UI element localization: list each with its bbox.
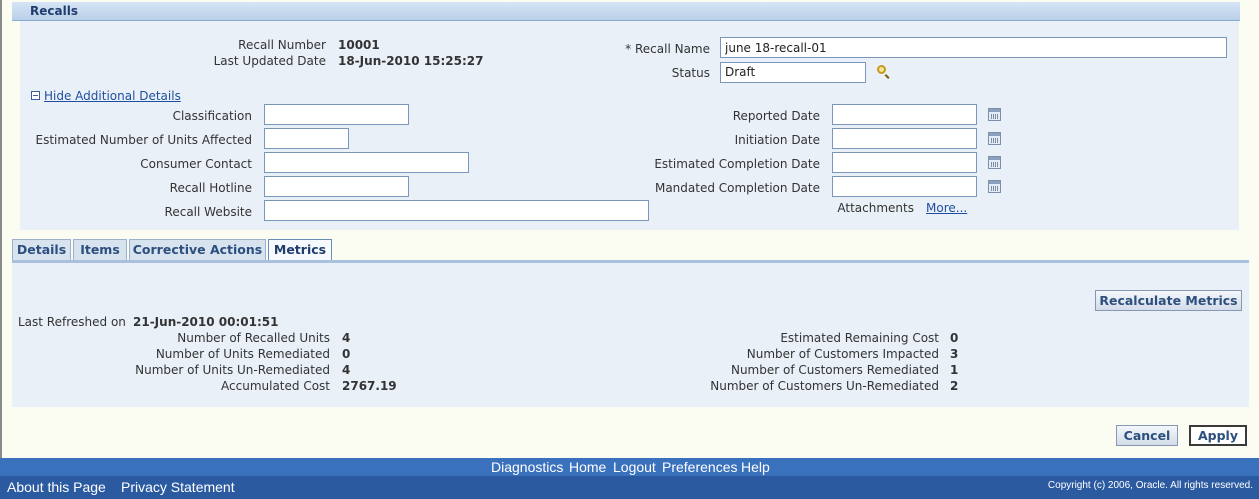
search-icon[interactable] [877, 65, 886, 74]
units-affected-input[interactable] [264, 128, 349, 149]
window-edge [0, 0, 2, 458]
section-header: Recalls [12, 2, 1240, 21]
consumer-contact-label: Consumer Contact [140, 157, 252, 171]
last-updated-label: Last Updated Date [213, 54, 326, 68]
metric-value: 1 [950, 363, 959, 377]
status-value: Draft [725, 65, 756, 79]
metric-label: Accumulated Cost [221, 379, 330, 393]
units-affected-label: Estimated Number of Units Affected [35, 133, 253, 147]
tab-corrective-actions[interactable]: Corrective Actions [129, 239, 266, 260]
metric-value: 2767.19 [342, 379, 397, 393]
recall-website-label: Recall Website [164, 205, 252, 219]
metric-value: 2 [950, 379, 959, 393]
mandated-completion-label: Mandated Completion Date [654, 181, 820, 195]
calendar-icon[interactable] [988, 180, 1001, 193]
hide-details-link[interactable]: Hide Additional Details [44, 89, 181, 103]
metric-label: Number of Customers Remediated [730, 363, 939, 377]
recalculate-metrics-button[interactable]: Recalculate Metrics [1095, 290, 1242, 311]
footer-link-home[interactable]: Home [569, 459, 606, 475]
tab-metrics[interactable]: Metrics [268, 239, 332, 260]
copyright-text: Copyright (c) 2006, Oracle. All rights r… [1047, 480, 1253, 491]
metric-label: Number of Units Remediated [155, 347, 330, 361]
attachments-label: Attachments [837, 201, 914, 215]
metric-label: Number of Customers Un-Remediated [710, 379, 939, 393]
metric-value: 0 [950, 331, 959, 345]
footer-link-help[interactable]: Help [741, 459, 770, 475]
metric-label: Number of Customers Impacted [746, 347, 939, 361]
attachments-more-link[interactable]: More... [926, 201, 967, 215]
calendar-icon[interactable] [988, 156, 1001, 169]
status-label: Status [671, 66, 710, 80]
metric-label: Number of Recalled Units [177, 331, 330, 345]
last-refreshed-value: 21-Jun-2010 00:01:51 [133, 315, 279, 329]
initiation-date-label: Initiation Date [734, 133, 820, 147]
metric-value: 0 [342, 347, 351, 361]
initiation-date-input[interactable] [832, 128, 977, 149]
collapse-icon[interactable] [31, 91, 40, 100]
recall-name-label: * Recall Name [625, 42, 710, 56]
status-field[interactable]: Draft [720, 62, 866, 83]
calendar-icon[interactable] [988, 108, 1001, 121]
reported-date-label: Reported Date [732, 109, 820, 123]
footer-link-diagnostics[interactable]: Diagnostics [491, 459, 563, 475]
est-completion-label: Estimated Completion Date [654, 157, 820, 171]
metric-label: Estimated Remaining Cost [780, 331, 939, 345]
metric-value: 4 [342, 331, 351, 345]
last-refreshed-label: Last Refreshed on [18, 315, 126, 329]
est-completion-input[interactable] [832, 152, 977, 173]
mandated-completion-input[interactable] [832, 176, 977, 197]
tab-details[interactable]: Details [12, 239, 71, 260]
metric-value: 4 [342, 363, 351, 377]
calendar-icon[interactable] [988, 132, 1001, 145]
recall-number-value: 10001 [338, 38, 380, 52]
classification-label: Classification [172, 109, 252, 123]
tab-items[interactable]: Items [73, 239, 127, 260]
recall-number-label: Recall Number [238, 38, 326, 52]
metric-value: 3 [950, 347, 959, 361]
section-title: Recalls [30, 4, 78, 18]
about-page-link[interactable]: About this Page [7, 479, 106, 495]
metric-label: Number of Units Un-Remediated [135, 363, 330, 377]
recall-name-input[interactable] [720, 37, 1227, 58]
footer-link-logout[interactable]: Logout [613, 459, 656, 475]
cancel-button[interactable]: Cancel [1116, 425, 1178, 446]
recall-hotline-label: Recall Hotline [169, 181, 252, 195]
classification-input[interactable] [264, 104, 409, 125]
recall-hotline-input[interactable] [264, 176, 409, 197]
footer-link-preferences[interactable]: Preferences [662, 459, 737, 475]
privacy-statement-link[interactable]: Privacy Statement [121, 479, 235, 495]
last-updated-value: 18-Jun-2010 15:25:27 [338, 54, 484, 68]
recall-website-input[interactable] [264, 200, 649, 221]
reported-date-input[interactable] [832, 104, 977, 125]
consumer-contact-input[interactable] [264, 152, 469, 173]
apply-button[interactable]: Apply [1189, 425, 1247, 446]
